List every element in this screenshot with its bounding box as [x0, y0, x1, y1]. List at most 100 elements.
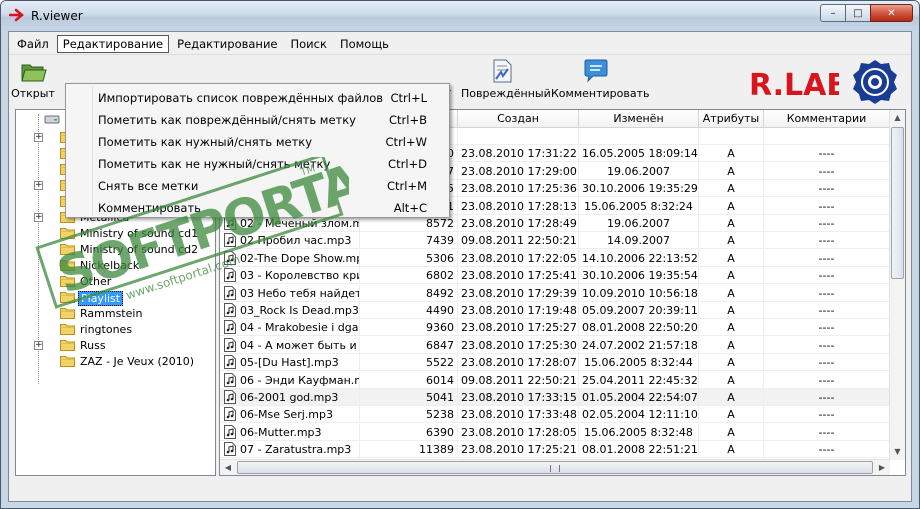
file-modified-text: 14.09.2007: [607, 234, 670, 248]
tree-item-label: Playlist: [78, 291, 124, 306]
file-comment-text: ----: [818, 408, 835, 422]
tree-item[interactable]: Playlist: [16, 290, 215, 306]
file-created-text: 23.08.2010 17:19:48: [461, 304, 577, 317]
tree-item-label: Rammstein: [80, 307, 143, 320]
table-row[interactable]: 04 - Mrakobesie i dgazz.... 9360 23.08.201…: [220, 319, 890, 337]
file-modified: 01.05.2004 22:54:07: [579, 389, 699, 406]
scroll-right-arrow-icon[interactable]: ▶: [874, 460, 890, 475]
table-row[interactable]: 03 Небо тебя найдет.... 8492 23.08.2010 17…: [220, 284, 890, 302]
rlab-logo-text: R.LAB: [749, 68, 839, 101]
column-header-modified[interactable]: Изменён: [579, 110, 699, 128]
file-created: 23.08.2010 17:25:27: [458, 319, 579, 337]
file-comment-text: ----: [818, 356, 835, 370]
scroll-up-arrow-icon[interactable]: ▲: [890, 110, 905, 126]
file-name-text: 03 Небо тебя найдет....: [240, 286, 359, 300]
scroll-left-arrow-icon[interactable]: ◀: [220, 460, 236, 475]
file-attributes-text: A: [727, 373, 735, 387]
file-comment: ----: [764, 354, 890, 372]
edit-menu-item[interactable]: Пометить как повреждённый/снять метку Ctr…: [68, 109, 447, 131]
file-modified: 02.05.2004 12:11:10: [579, 406, 699, 424]
file-created: 23.08.2010 17:28:05: [458, 423, 579, 441]
file-created: 23.08.2010 17:19:48: [458, 302, 579, 319]
file-created-text: 23.08.2010 17:31:22: [461, 147, 577, 161]
file-modified: [579, 128, 699, 145]
tree-item[interactable]: Ministry of sound cd1: [16, 226, 215, 242]
tree-item[interactable]: Nickelback: [16, 258, 215, 274]
table-row[interactable]: 06-Mse Serj.mp3 5238 23.08.2010 17:33:48 02…: [220, 406, 890, 424]
tree-item[interactable]: ringtones: [16, 322, 215, 338]
file-name: 06 - Энди Кауфман.mp3: [220, 371, 360, 389]
tree-expand-icon[interactable]: +: [34, 181, 43, 190]
edit-menu-item[interactable]: Комментировать Alt+C: [68, 197, 447, 219]
menu-file[interactable]: Файл: [12, 36, 54, 52]
menu-item-shortcut: Ctrl+W: [385, 135, 427, 149]
file-comment-text: ----: [818, 147, 835, 161]
tree-item[interactable]: + Russ: [16, 338, 215, 354]
table-row[interactable]: 06 - Энди Кауфман.mp3 6014 09.08.2011 22:5…: [220, 371, 890, 389]
tree-expand-icon[interactable]: +: [34, 341, 43, 350]
file-comment: ----: [764, 441, 890, 459]
table-row[interactable]: 06-Mutter.mp3 6390 23.08.2010 17:28:05 15.0…: [220, 423, 890, 441]
scroll-down-arrow-icon[interactable]: ▼: [890, 444, 905, 460]
tree-item[interactable]: Ministry of sound cd2: [16, 242, 215, 258]
file-attributes: [699, 128, 764, 145]
horizontal-scroll-thumb[interactable]: [237, 461, 873, 474]
file-comment-text: ----: [818, 234, 835, 248]
table-row[interactable]: 05-[Du Hast].mp3 5522 23.08.2010 17:28:07 1…: [220, 354, 890, 372]
menu-edit-2[interactable]: Редактирование: [172, 36, 282, 52]
file-modified: 15.06.2005 8:32:24: [579, 197, 699, 215]
table-row[interactable]: 03_Rock Is Dead.mp3 4490 23.08.2010 17:19:…: [220, 302, 890, 319]
file-attributes-text: A: [727, 338, 735, 352]
table-row[interactable]: 07 - Zaratustra.mp3 11389 23.08.2010 17:25…: [220, 441, 890, 459]
folder-icon: [60, 340, 75, 351]
column-header-comments[interactable]: Комментарии: [764, 110, 890, 128]
vertical-scroll-thumb[interactable]: [891, 127, 904, 279]
vertical-scrollbar[interactable]: ▲ ▼: [889, 110, 905, 460]
menu-item-shortcut: Ctrl+M: [386, 179, 427, 193]
file-name-text: 04 - А может быть и н...: [240, 338, 359, 352]
title-bar[interactable]: R.viewer – □ ✕: [1, 1, 919, 31]
file-name: 02 Пробил час.mp3: [220, 232, 360, 250]
edit-menu-item[interactable]: Снять все метки Ctrl+M: [68, 175, 447, 197]
table-row[interactable]: 02-The Dope Show.mp3 5306 23.08.2010 17:22…: [220, 249, 890, 267]
scroll-grip-icon: [550, 465, 560, 472]
audio-file-icon: [224, 424, 236, 439]
file-comment-text: ----: [818, 443, 835, 457]
file-modified-text: 15.06.2005 8:32:48: [584, 425, 693, 439]
close-button[interactable]: ✕: [870, 4, 913, 22]
tree-item[interactable]: Rammstein: [16, 306, 215, 322]
file-created-text: 23.08.2010 17:33:15: [461, 391, 577, 404]
table-row[interactable]: 02 Пробил час.mp3 7439 09.08.2011 22:50:21…: [220, 232, 890, 250]
tree-expand-icon[interactable]: +: [34, 213, 43, 222]
file-modified: 16.05.2005 18:09:14: [579, 145, 699, 163]
horizontal-scrollbar[interactable]: ◀ ▶: [220, 459, 890, 475]
menu-search[interactable]: Поиск: [286, 36, 332, 52]
table-row[interactable]: 04 - А может быть и н... 6847 23.08.2010 1…: [220, 336, 890, 354]
tree-item-label: Ministry of sound cd2: [80, 243, 199, 256]
file-attributes-text: A: [727, 321, 735, 335]
edit-menu-item[interactable]: Пометить как не нужный/снять метку Ctrl+D: [68, 153, 447, 175]
tree-expand-icon[interactable]: +: [34, 133, 43, 142]
file-attributes-text: A: [727, 304, 735, 317]
tree-item[interactable]: Other: [16, 274, 215, 290]
minimize-button[interactable]: –: [820, 4, 846, 22]
menu-help[interactable]: Помощь: [335, 36, 394, 52]
edit-menu-item[interactable]: Импортировать список повреждённых файлов…: [68, 87, 447, 109]
column-header-created[interactable]: Создан: [458, 110, 579, 128]
menu-edit[interactable]: Редактирование: [56, 34, 170, 53]
tree-item[interactable]: ZAZ - Je Veux (2010): [16, 354, 215, 370]
comment-button[interactable]: Комментировать: [551, 57, 649, 100]
maximize-button[interactable]: □: [845, 4, 871, 22]
table-row[interactable]: 06-2001 god.mp3 5041 23.08.2010 17:33:15 01…: [220, 389, 890, 406]
file-comment-text: ----: [818, 286, 835, 300]
file-modified: 24.07.2002 21:57:18: [579, 336, 699, 354]
table-row[interactable]: 03 - Королевство крив... 6802 23.08.2010 1…: [220, 267, 890, 285]
edit-menu-item[interactable]: Пометить как нужный/снять метку Ctrl+W: [68, 131, 447, 153]
file-attributes: A: [699, 232, 764, 250]
column-header-attributes[interactable]: Атрибуты: [699, 110, 764, 128]
open-button[interactable]: Открыт: [11, 57, 55, 100]
file-created: 23.08.2010 17:28:13: [458, 197, 579, 215]
damaged-button[interactable]: Повреждённый: [461, 57, 551, 100]
file-comment-text: ----: [818, 338, 835, 352]
drive-icon: [44, 115, 60, 124]
